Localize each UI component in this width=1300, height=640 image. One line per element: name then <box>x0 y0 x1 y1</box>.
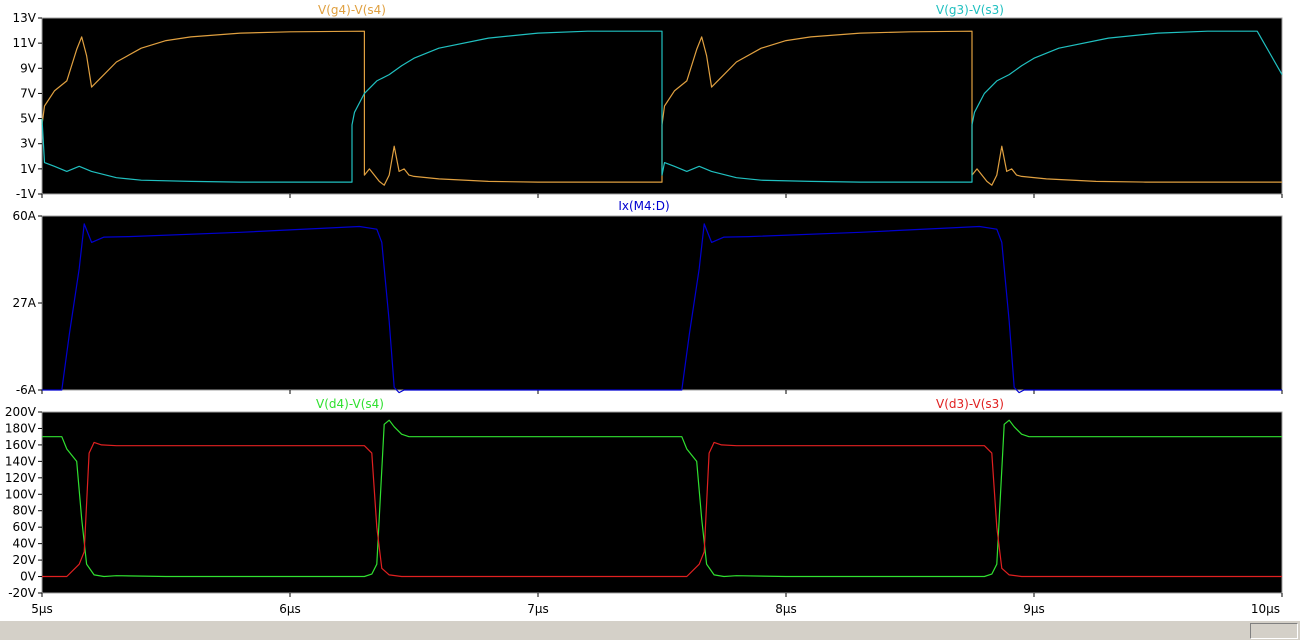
y-tick-label: 3V <box>20 137 37 151</box>
x-tick-label: 8µs <box>775 602 797 616</box>
y-tick-label: 140V <box>5 454 37 468</box>
x-tick-label: 5µs <box>31 602 53 616</box>
legend-entry[interactable]: V(g4)-V(s4) <box>318 3 386 17</box>
status-bar-pane <box>1250 623 1298 639</box>
y-tick-label: 60V <box>13 520 37 534</box>
y-tick-label: 60A <box>13 209 37 223</box>
y-tick-label: 200V <box>5 405 37 419</box>
x-tick-label: 10µs <box>1251 602 1280 616</box>
y-tick-label: -1V <box>16 187 37 201</box>
legend-entry[interactable]: Ix(M4:D) <box>618 199 669 213</box>
y-tick-label: 180V <box>5 421 37 435</box>
y-tick-label: 9V <box>20 61 37 75</box>
x-tick-label: 6µs <box>279 602 301 616</box>
y-tick-label: 13V <box>13 11 37 25</box>
plot-pane-2[interactable] <box>41 215 1283 391</box>
status-bar <box>0 620 1300 640</box>
y-tick-label: 0V <box>20 570 37 584</box>
y-tick-label: 5V <box>20 112 37 126</box>
y-tick-label: 120V <box>5 471 37 485</box>
y-tick-label: 20V <box>13 553 37 567</box>
y-tick-label: 80V <box>13 504 37 518</box>
legend-entry[interactable]: V(d3)-V(s3) <box>936 397 1004 411</box>
y-tick-label: 27A <box>13 296 37 310</box>
x-tick-label: 9µs <box>1023 602 1045 616</box>
y-tick-label: -20V <box>8 586 37 600</box>
y-tick-label: 160V <box>5 438 37 452</box>
plot-window[interactable]: -1V 1V 3V 5V 7V 9V 11V 13V V(g4)-V(s4) V(g3)-V(s3… <box>0 0 1300 639</box>
y-tick-label: 1V <box>20 162 37 176</box>
legend-entry[interactable]: V(d4)-V(s4) <box>316 397 384 411</box>
plot-pane-3[interactable] <box>41 411 1283 594</box>
y-tick-label: -6A <box>16 383 37 397</box>
x-tick-label: 7µs <box>527 602 549 616</box>
legend-entry[interactable]: V(g3)-V(s3) <box>936 3 1004 17</box>
y-tick-label: 11V <box>13 36 37 50</box>
y-tick-label: 40V <box>13 537 37 551</box>
y-tick-label: 7V <box>20 86 37 100</box>
y-tick-label: 100V <box>5 487 37 501</box>
waveform-plot[interactable]: -1V 1V 3V 5V 7V 9V 11V 13V V(g4)-V(s4) V(g3)-V(s3… <box>0 0 1300 620</box>
